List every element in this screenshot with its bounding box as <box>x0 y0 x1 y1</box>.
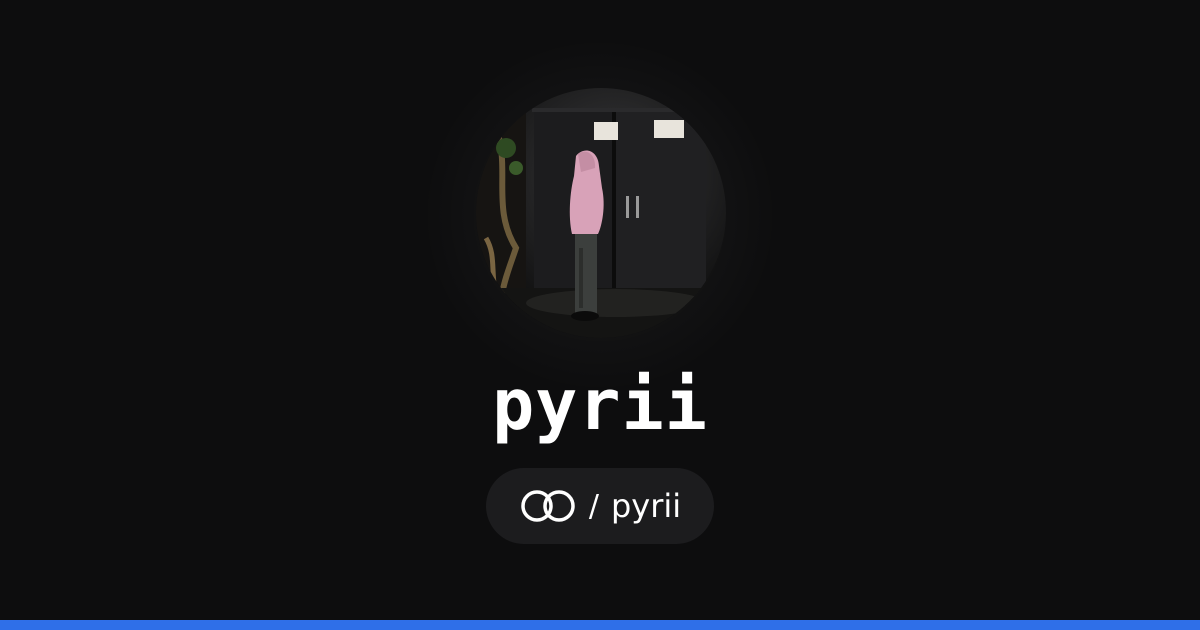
linked-rings-icon <box>521 490 575 522</box>
accent-bar <box>0 620 1200 630</box>
link-handle: pyrii <box>610 487 682 525</box>
profile-name: pyrii <box>492 364 708 446</box>
profile-link-pill[interactable]: / pyrii <box>486 468 714 544</box>
avatar <box>476 88 726 338</box>
link-separator: / <box>588 488 599 524</box>
profile-photo <box>476 88 726 338</box>
